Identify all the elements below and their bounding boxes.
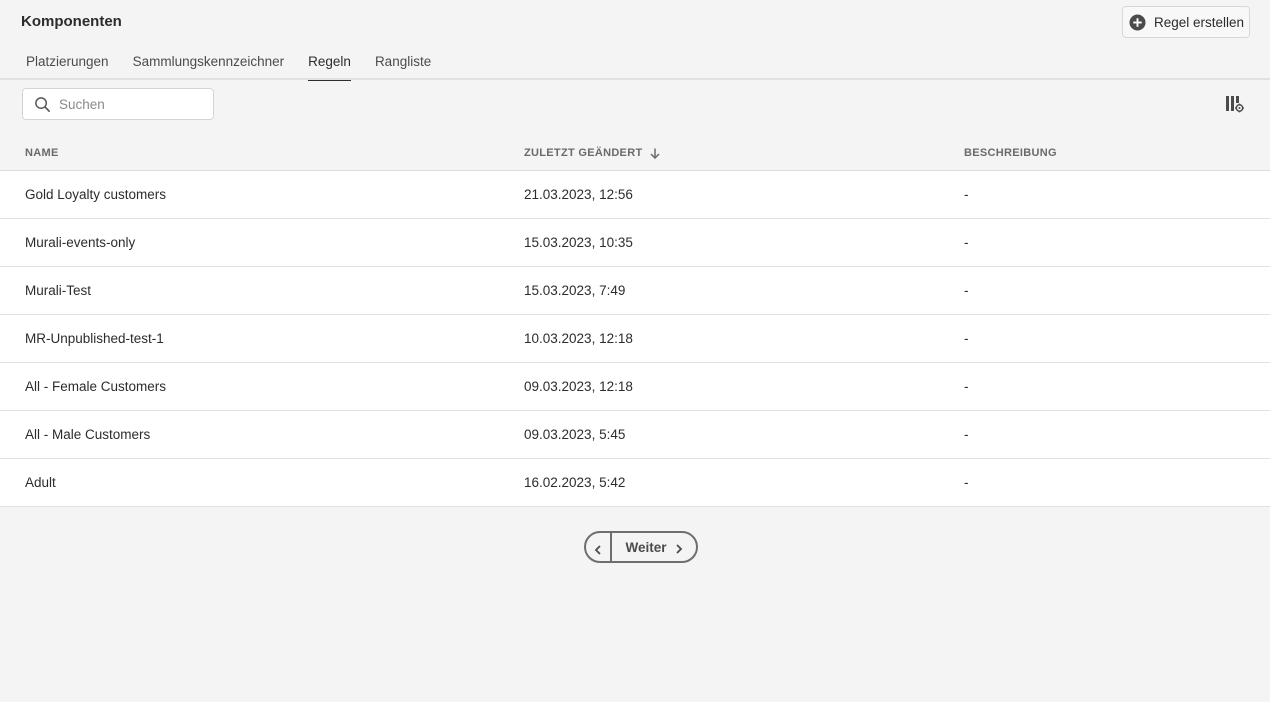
previous-page-button[interactable] — [586, 533, 612, 561]
arrow-down-icon — [650, 148, 660, 159]
cell-modified: 09.03.2023, 12:18 — [524, 379, 633, 394]
column-settings-icon[interactable] — [1225, 95, 1244, 113]
cell-name: All - Female Customers — [25, 379, 167, 394]
cell-description: - — [964, 379, 969, 394]
tab-platzierungen[interactable]: Platzierungen — [26, 54, 109, 80]
table-row[interactable]: Murali-events-only 15.03.2023, 10:35 - — [0, 219, 1270, 267]
table-row[interactable]: MR-Unpublished-test-1 10.03.2023, 12:18 … — [0, 315, 1270, 363]
create-rule-button-label: Regel erstellen — [1154, 14, 1245, 30]
tab-sammlungskennzeichner[interactable]: Sammlungskennzeichner — [133, 54, 285, 80]
column-header-name[interactable]: NAME — [25, 147, 59, 159]
tab-rangliste[interactable]: Rangliste — [375, 54, 431, 80]
cell-modified: 15.03.2023, 10:35 — [524, 235, 633, 250]
page-title: Komponenten — [21, 13, 122, 30]
cell-description: - — [964, 283, 969, 298]
tab-regeln[interactable]: Regeln — [308, 54, 351, 81]
next-page-button[interactable]: Weiter — [612, 533, 696, 561]
cell-description: - — [964, 331, 969, 346]
table-body: Gold Loyalty customers 21.03.2023, 12:56… — [0, 171, 1270, 507]
chevron-right-icon — [675, 542, 683, 554]
pagination: Weiter — [584, 531, 698, 563]
cell-modified: 10.03.2023, 12:18 — [524, 331, 633, 346]
column-header-description[interactable]: BESCHREIBUNG — [964, 147, 1057, 159]
cell-modified: 15.03.2023, 7:49 — [524, 283, 626, 298]
next-page-label: Weiter — [625, 539, 667, 555]
table-row[interactable]: Adult 16.02.2023, 5:42 - — [0, 459, 1270, 507]
table-row[interactable]: All - Male Customers 09.03.2023, 5:45 - — [0, 411, 1270, 459]
table-row[interactable]: Gold Loyalty customers 21.03.2023, 12:56… — [0, 171, 1270, 219]
cell-description: - — [964, 235, 969, 250]
cell-description: - — [964, 427, 969, 442]
search-icon — [34, 96, 51, 113]
table-header: NAME ZULETZT GEÄNDERT BESCHREIBUNG — [0, 140, 1270, 171]
cell-modified: 16.02.2023, 5:42 — [524, 475, 626, 490]
cell-name: Murali-Test — [25, 283, 92, 298]
column-header-modified[interactable]: ZULETZT GEÄNDERT — [524, 147, 660, 159]
search-input[interactable] — [59, 89, 209, 119]
column-header-modified-label: ZULETZT GEÄNDERT — [524, 147, 643, 159]
cell-modified: 21.03.2023, 12:56 — [524, 187, 633, 202]
cell-name: All - Male Customers — [25, 427, 151, 442]
page-header: Komponenten Regel erstellen Platzierunge… — [0, 0, 1270, 81]
cell-name: Gold Loyalty customers — [25, 187, 167, 202]
tabs-divider — [0, 78, 1270, 80]
search-field[interactable] — [22, 88, 214, 120]
cell-description: - — [964, 475, 969, 490]
chevron-left-icon — [594, 542, 602, 555]
cell-name: MR-Unpublished-test-1 — [25, 331, 164, 346]
plus-circle-icon — [1129, 13, 1146, 31]
cell-modified: 09.03.2023, 5:45 — [524, 427, 626, 442]
cell-name: Adult — [25, 475, 56, 490]
table-row[interactable]: Murali-Test 15.03.2023, 7:49 - — [0, 267, 1270, 315]
cell-name: Murali-events-only — [25, 235, 136, 250]
create-rule-button[interactable]: Regel erstellen — [1122, 6, 1250, 38]
tab-list: Platzierungen Sammlungskennzeichner Rege… — [26, 54, 455, 81]
table-row[interactable]: All - Female Customers 09.03.2023, 12:18… — [0, 363, 1270, 411]
cell-description: - — [964, 187, 969, 202]
